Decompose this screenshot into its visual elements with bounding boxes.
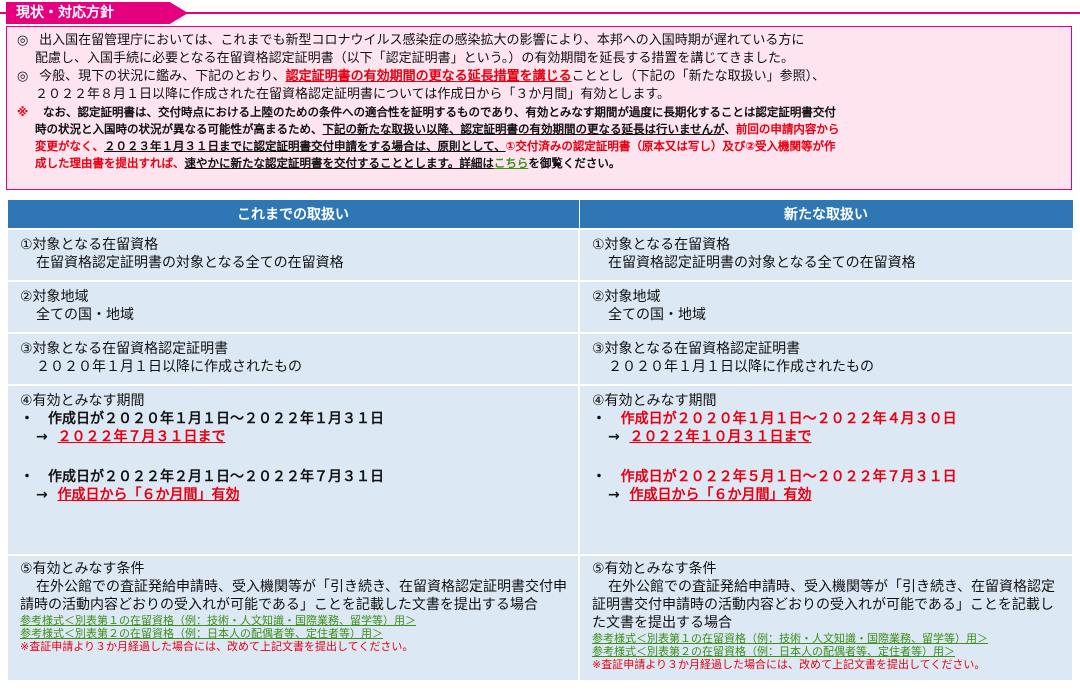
old-target-region: ②対象地域 全ての国・地域 bbox=[6, 280, 580, 334]
resubmit-note: ※査証申請より３か月経過した場合には、改めて上記文書を提出してください。 bbox=[20, 640, 414, 653]
double-circle-icon: ◎ bbox=[17, 69, 29, 84]
resubmit-note: ※査証申請より３か月経過した場合には、改めて上記文書を提出してください。 bbox=[592, 658, 986, 671]
table-row: ③対象となる在留資格認定証明書 ２０２０年１月１日以降に作成されたもの ③対象とな… bbox=[6, 332, 1074, 386]
old-target-certificate: ③対象となる在留資格認定証明書 ２０２０年１月１日以降に作成されたもの bbox=[6, 332, 580, 386]
table-row: ②対象地域 全ての国・地域 ②対象地域 全ての国・地域 bbox=[6, 280, 1074, 334]
new-target-status: ①対象となる在留資格 在留資格認定証明書の対象となる全ての在留資格 bbox=[578, 228, 1074, 282]
intro-box: ◎ 出入国在留管理庁においては、これまでも新型コロナウイルス感染症の感染拡大の影… bbox=[6, 26, 1072, 190]
table-row: ①対象となる在留資格 在留資格認定証明書の対象となる全ての在留資格 ①対象となる在… bbox=[6, 228, 1074, 282]
intro-p2-line1: ◎ 今般、現下の状況に鑑み、下記のとおり、認定証明書の有効期間の更なる延長措置を… bbox=[17, 69, 826, 84]
old-validity-condition: ⑤有効とみなす条件 在外公館での査証発給申請時、受入機関等が「引き続き、在留資格… bbox=[6, 554, 580, 682]
reference-form-link-2[interactable]: 参考様式＜別表第２の在留資格（例：日本人の配偶者等、定住者等）用＞ bbox=[20, 627, 570, 640]
old-target-status: ①対象となる在留資格 在留資格認定証明書の対象となる全ての在留資格 bbox=[6, 228, 580, 282]
new-target-region: ②対象地域 全ての国・地域 bbox=[578, 280, 1074, 334]
table-row: ⑤有効とみなす条件 在外公館での査証発給申請時、受入機関等が「引き続き、在留資格… bbox=[6, 554, 1074, 682]
section-tag: 現状・対応方針 bbox=[6, 2, 188, 24]
note-mark: ※ bbox=[17, 105, 29, 119]
header-old: これまでの取扱い bbox=[6, 199, 580, 230]
new-validity-condition: ⑤有効とみなす条件 在外公館での査証発給申請時、受入機関等が「引き続き、在留資格… bbox=[578, 554, 1074, 682]
new-validity-period: ④有効とみなす期間 ・ 作成日が２０２０年１月１日～２０２２年４月３０日 → ２… bbox=[578, 384, 1074, 556]
reference-form-link-1[interactable]: 参考様式＜別表第１の在留資格（例：技術・人文知識・国際業務、留学等）用＞ bbox=[20, 614, 570, 627]
comparison-table: これまでの取扱い 新たな取扱い ①対象となる在留資格 在留資格認定証明書の対象とな… bbox=[6, 199, 1074, 682]
reference-form-link-2[interactable]: 参考様式＜別表第２の在留資格（例：日本人の配偶者等、定住者等）用＞ bbox=[592, 645, 1064, 658]
reference-form-link-1[interactable]: 参考様式＜別表第１の在留資格（例：技術・人文知識・国際業務、留学等）用＞ bbox=[592, 632, 1064, 645]
double-circle-icon: ◎ bbox=[17, 33, 29, 48]
table-row: ④有効とみなす期間 ・ 作成日が２０２０年１月１日～２０２２年１月３１日 → ２… bbox=[6, 384, 1074, 556]
intro-p2-line2: ２０２２年８月１日以降に作成された在留資格認定証明書については作成日から「３か月… bbox=[35, 87, 671, 102]
old-validity-period: ④有効とみなす期間 ・ 作成日が２０２０年１月１日～２０２２年１月３１日 → ２… bbox=[6, 384, 580, 556]
header-new: 新たな取扱い bbox=[578, 199, 1074, 230]
intro-note-line2: 時の状況と入国時の状況が異なる可能性が高まるため、下記の新たな取扱い以降、認定証… bbox=[35, 122, 840, 136]
intro-note-line3: 変更がなく、２０２３年１月３１日までに認定証明書交付申請をする場合は、原則として… bbox=[35, 139, 836, 153]
intro-p1-line2: 配慮し、入国手続に必要となる在留資格認定証明書（以下「認定証明書」という。）の有… bbox=[35, 51, 794, 66]
table-header-row: これまでの取扱い 新たな取扱い bbox=[6, 199, 1074, 230]
intro-p1-line1: ◎ 出入国在留管理庁においては、これまでも新型コロナウイルス感染症の感染拡大の影… bbox=[17, 33, 805, 48]
intro-note-line4: 成した理由書を提出すれば、速やかに新たな認定証明書を交付することとします。詳細は… bbox=[35, 156, 621, 170]
new-target-certificate: ③対象となる在留資格認定証明書 ２０２０年１月１日以降に作成されたもの bbox=[578, 332, 1074, 386]
details-link[interactable]: こちら bbox=[494, 156, 529, 170]
intro-note-line1: ※ なお、認定証明書は、交付時点における上陸のための条件への適合性を証明するもの… bbox=[17, 105, 836, 119]
